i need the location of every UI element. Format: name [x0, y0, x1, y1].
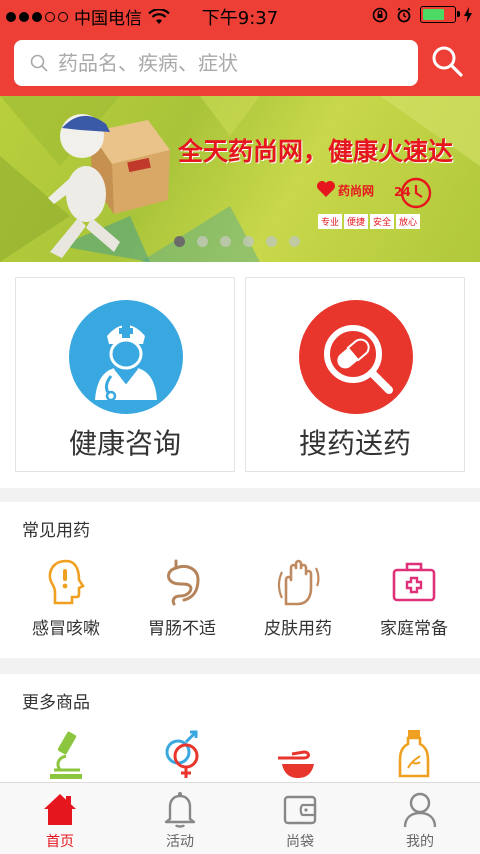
- bottom-tab-bar: 首页 活动 尚袋 我的: [0, 782, 480, 854]
- tab-home[interactable]: 首页: [0, 783, 120, 854]
- section-title: 更多商品: [22, 693, 90, 713]
- tab-label: 尚袋: [286, 834, 314, 850]
- product-item-nutrition[interactable]: [238, 728, 358, 782]
- search-box[interactable]: [14, 40, 418, 86]
- common-meds-section: 常见用药 感冒咳嗽 胃肠不适 皮肤用药 家庭常备: [0, 502, 480, 658]
- category-label: 感冒咳嗽: [32, 619, 100, 639]
- delivery-character-illustration: [48, 114, 170, 258]
- category-label: 家庭常备: [380, 619, 448, 639]
- bell-icon: [164, 792, 196, 828]
- wallet-icon: [283, 795, 317, 825]
- charging-icon: [464, 6, 472, 23]
- tag-item: 放心: [396, 214, 421, 229]
- search-medicine-card[interactable]: 搜药送药: [245, 277, 465, 472]
- pager-dot[interactable]: [266, 236, 277, 247]
- alarm-icon: [397, 7, 411, 22]
- pager-dot[interactable]: [289, 236, 300, 247]
- search-button[interactable]: [430, 44, 464, 78]
- tab-label: 我的: [406, 834, 434, 850]
- service-cards: 健康咨询 搜药送药: [0, 262, 480, 488]
- pager-dot[interactable]: [174, 236, 185, 247]
- gender-icon: [165, 730, 199, 778]
- health-consult-label: 健康咨询: [68, 427, 181, 460]
- tag-item: 便捷: [344, 214, 369, 229]
- banner-tagline: 专业 便捷 安全 放心: [318, 214, 421, 229]
- banner-logo-text: 药尚网: [338, 184, 375, 198]
- pill-search-icon: [299, 300, 413, 414]
- product-item-herbal[interactable]: [354, 728, 474, 782]
- home-icon: [44, 794, 76, 825]
- banner-logo-icon: [317, 181, 335, 197]
- product-item-adult[interactable]: [122, 728, 242, 782]
- head-cold-icon: [48, 559, 85, 605]
- microscope-icon: [50, 731, 82, 779]
- status-bar: 中国电信 下午9:37: [0, 0, 480, 32]
- hand-skin-icon: [277, 559, 320, 606]
- tab-mine[interactable]: 我的: [360, 783, 480, 854]
- 24h-clock-icon: 24: [394, 177, 432, 209]
- pager-dot[interactable]: [243, 236, 254, 247]
- doctor-icon: [69, 300, 183, 414]
- stomach-icon: [167, 559, 200, 606]
- svg-text:24: 24: [394, 185, 411, 199]
- herbal-bottle-icon: [398, 730, 430, 778]
- tag-item: 安全: [370, 214, 395, 229]
- category-skin[interactable]: 皮肤用药: [238, 558, 358, 639]
- rotation-lock-icon: [372, 7, 388, 22]
- promo-banner[interactable]: 全天药尚网，健康火速达 药尚网 24 专业 便捷 安全 放心: [0, 96, 480, 262]
- tag-item: 专业: [318, 214, 343, 229]
- search-input[interactable]: [58, 51, 388, 75]
- category-cold-cough[interactable]: 感冒咳嗽: [6, 558, 126, 639]
- health-consult-card[interactable]: 健康咨询: [15, 277, 235, 472]
- tab-label: 首页: [46, 834, 74, 850]
- pager-dot[interactable]: [197, 236, 208, 247]
- user-icon: [403, 792, 437, 828]
- spoon-bowl-icon: [278, 750, 314, 778]
- category-label: 胃肠不适: [148, 619, 216, 639]
- product-item-lab[interactable]: [6, 728, 126, 782]
- category-stomach[interactable]: 胃肠不适: [122, 558, 242, 639]
- more-products-section: 更多商品: [0, 674, 480, 782]
- search-field-icon: [30, 54, 48, 72]
- tab-label: 活动: [166, 834, 194, 850]
- category-label: 皮肤用药: [264, 619, 332, 639]
- section-title: 常见用药: [22, 521, 90, 541]
- status-right: [372, 6, 472, 23]
- search-header: [0, 32, 480, 96]
- banner-pager: [174, 236, 300, 247]
- search-medicine-label: 搜药送药: [298, 427, 411, 460]
- first-aid-kit-icon: [392, 562, 436, 602]
- category-home-kit[interactable]: 家庭常备: [354, 558, 474, 639]
- app-root: 中国电信 下午9:37 药品名、疾病、症状 全天药尚网，健康火速达 药尚网 24…: [0, 0, 480, 854]
- battery-icon: [420, 6, 460, 23]
- tab-activities[interactable]: 活动: [120, 783, 240, 854]
- banner-headline: 全天药尚网，健康火速达: [178, 137, 454, 166]
- tab-bag[interactable]: 尚袋: [240, 783, 360, 854]
- pager-dot[interactable]: [220, 236, 231, 247]
